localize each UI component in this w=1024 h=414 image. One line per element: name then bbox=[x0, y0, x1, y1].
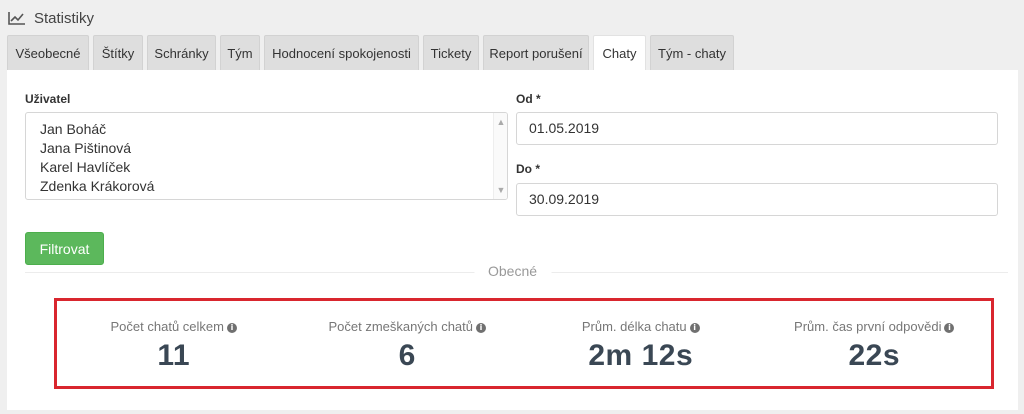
stat-label: Počet chatů celkem bbox=[110, 319, 224, 334]
listbox-scrollbar[interactable]: ▲ ▼ bbox=[493, 113, 507, 199]
user-label: Uživatel bbox=[25, 92, 71, 106]
content-panel: Uživatel Jan Boháč Jana Pištinová Karel … bbox=[7, 70, 1018, 410]
stat-avg-chat-length: Prům. délka chatu i 2m 12s bbox=[524, 301, 758, 386]
list-item[interactable]: Jana Pištinová bbox=[40, 139, 154, 158]
line-chart-icon bbox=[8, 12, 25, 25]
scroll-up-icon[interactable]: ▲ bbox=[494, 115, 507, 129]
list-item[interactable]: Zdenka Krákorová bbox=[40, 177, 154, 196]
list-item[interactable]: Jan Boháč bbox=[40, 120, 154, 139]
info-icon[interactable]: i bbox=[944, 322, 955, 333]
list-item[interactable]: Karel Havlíček bbox=[40, 158, 154, 177]
page-header: Statistiky bbox=[8, 6, 94, 30]
tab-report-poruseni[interactable]: Report porušení bbox=[483, 35, 589, 70]
section-title: Obecné bbox=[473, 263, 552, 279]
tab-stitky[interactable]: Štítky bbox=[93, 35, 143, 70]
stat-label: Prům. čas první odpovědi bbox=[794, 319, 942, 334]
stat-avg-first-response: Prům. čas první odpovědi i 22s bbox=[758, 301, 992, 386]
to-date-label: Do * bbox=[516, 162, 540, 176]
scroll-down-icon[interactable]: ▼ bbox=[494, 183, 507, 197]
stat-value: 11 bbox=[157, 339, 191, 372]
stat-value: 6 bbox=[398, 339, 416, 372]
stat-value: 22s bbox=[848, 339, 901, 372]
stat-label: Prům. délka chatu bbox=[581, 319, 687, 334]
user-listbox[interactable]: Jan Boháč Jana Pištinová Karel Havlíček … bbox=[25, 112, 508, 200]
info-icon[interactable]: i bbox=[689, 322, 700, 333]
stats-highlight-box: Počet chatů celkem i 11 Počet zmeškaných … bbox=[54, 298, 994, 389]
page-title: Statistiky bbox=[34, 9, 95, 27]
tab-bar: Všeobecné Štítky Schránky Tým Hodnocení … bbox=[7, 35, 734, 71]
from-date-label: Od * bbox=[516, 92, 541, 106]
info-icon[interactable]: i bbox=[226, 322, 237, 333]
filter-button[interactable]: Filtrovat bbox=[25, 232, 104, 265]
tab-tym-chaty[interactable]: Tým - chaty bbox=[650, 35, 734, 70]
stat-value: 2m 12s bbox=[588, 339, 694, 372]
tab-schranky[interactable]: Schránky bbox=[147, 35, 216, 70]
info-icon[interactable]: i bbox=[476, 322, 487, 333]
tab-tickety[interactable]: Tickety bbox=[423, 35, 479, 70]
to-date-input[interactable]: 30.09.2019 bbox=[516, 183, 998, 216]
stat-total-chats: Počet chatů celkem i 11 bbox=[57, 301, 291, 386]
tab-tym[interactable]: Tým bbox=[220, 35, 260, 70]
tab-hodnoceni-spokojenosti[interactable]: Hodnocení spokojenosti bbox=[264, 35, 419, 70]
stat-missed-chats: Počet zmeškaných chatů i 6 bbox=[291, 301, 525, 386]
tab-vseobecne[interactable]: Všeobecné bbox=[7, 35, 89, 70]
stat-label: Počet zmeškaných chatů bbox=[328, 319, 474, 334]
tab-chaty[interactable]: Chaty bbox=[593, 35, 646, 71]
from-date-input[interactable]: 01.05.2019 bbox=[516, 112, 998, 145]
